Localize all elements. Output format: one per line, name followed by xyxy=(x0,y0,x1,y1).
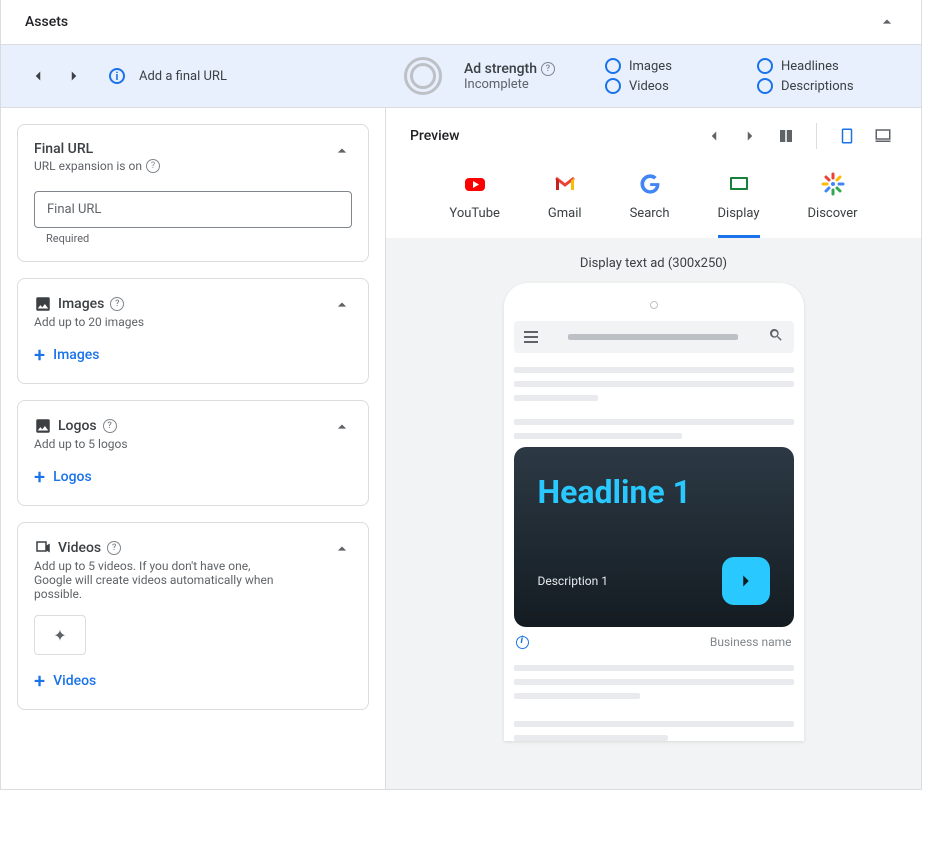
check-headlines: Headlines xyxy=(757,58,897,74)
add-images-button[interactable]: +Images xyxy=(34,343,352,367)
preview-next-button[interactable] xyxy=(736,122,764,150)
logos-card: Logos? Add up to 5 logos +Logos xyxy=(17,400,369,506)
wizard-prev-button[interactable] xyxy=(25,63,51,89)
image-icon xyxy=(34,295,52,313)
final-url-input[interactable]: Final URL xyxy=(34,191,352,228)
preview-panel: Preview YouTube Gmail Search Display Dis… xyxy=(386,108,921,789)
mock-browser-bar xyxy=(514,321,794,353)
final-url-title: Final URL xyxy=(34,141,160,157)
wizard-next-button[interactable] xyxy=(61,63,87,89)
videos-subtitle: Add up to 5 videos. If you don't have on… xyxy=(34,559,284,601)
youtube-icon xyxy=(463,172,487,196)
images-card: Images? Add up to 20 images +Images xyxy=(17,278,369,384)
images-subtitle: Add up to 20 images xyxy=(34,315,144,329)
ad-strength-value: Incomplete xyxy=(464,77,555,92)
logos-title: Logos xyxy=(58,418,97,434)
tab-youtube[interactable]: YouTube xyxy=(449,172,500,238)
tab-display[interactable]: Display xyxy=(718,172,760,238)
discover-icon xyxy=(821,172,845,196)
chevron-up-icon[interactable] xyxy=(332,295,352,315)
sparkle-icon: ✦ xyxy=(53,626,66,645)
add-videos-button[interactable]: +Videos xyxy=(34,669,352,693)
google-icon xyxy=(638,172,662,196)
preview-prev-button[interactable] xyxy=(700,122,728,150)
help-icon[interactable]: ? xyxy=(103,419,117,433)
help-icon[interactable]: ? xyxy=(107,541,121,555)
tab-search[interactable]: Search xyxy=(630,172,670,238)
display-icon xyxy=(727,172,751,196)
preview-title: Preview xyxy=(410,128,692,144)
chevron-up-icon[interactable] xyxy=(332,141,352,161)
image-icon xyxy=(34,417,52,435)
device-frame: Headline 1 Description 1 Business name xyxy=(504,283,804,741)
desktop-device-button[interactable] xyxy=(869,122,897,150)
ad-preview-card: Headline 1 Description 1 xyxy=(514,447,794,627)
camera-dot xyxy=(650,301,658,309)
wizard-step-label: Add a final URL xyxy=(139,69,227,84)
videos-title: Videos xyxy=(58,540,101,556)
chevron-up-icon[interactable] xyxy=(332,539,352,559)
assets-title: Assets xyxy=(25,14,68,30)
chevron-right-icon xyxy=(735,570,757,592)
help-icon[interactable]: ? xyxy=(541,62,555,76)
ad-strength-bar: i Add a final URL Ad strength? Incomplet… xyxy=(1,45,921,108)
video-icon xyxy=(34,539,52,557)
ad-info-icon xyxy=(516,636,529,649)
images-title: Images xyxy=(58,296,104,312)
tab-discover[interactable]: Discover xyxy=(808,172,858,238)
assets-panel-header[interactable]: Assets xyxy=(1,0,921,45)
ad-headline: Headline 1 xyxy=(538,473,770,511)
preview-variant-label: Display text ad (300x250) xyxy=(386,256,921,271)
check-videos: Videos xyxy=(605,78,745,94)
menu-icon xyxy=(524,331,538,343)
final-url-hint: Required xyxy=(46,232,352,245)
help-icon[interactable]: ? xyxy=(110,297,124,311)
check-descriptions: Descriptions xyxy=(757,78,897,94)
address-bar-placeholder xyxy=(568,334,738,340)
final-url-card: Final URL URL expansion is on? Final URL… xyxy=(17,124,369,262)
chevron-up-icon[interactable] xyxy=(332,417,352,437)
ad-strength-ring xyxy=(404,57,442,95)
logos-subtitle: Add up to 5 logos xyxy=(34,437,128,451)
ad-cta-button xyxy=(722,557,770,605)
assets-form: Final URL URL expansion is on? Final URL… xyxy=(1,108,386,789)
collapse-icon[interactable] xyxy=(877,12,897,32)
ad-description: Description 1 xyxy=(538,574,608,588)
business-name: Business name xyxy=(710,635,792,649)
generate-video-button[interactable]: ✦ xyxy=(34,615,86,655)
help-icon[interactable]: ? xyxy=(146,159,160,173)
check-images: Images xyxy=(605,58,745,74)
final-url-subtitle: URL expansion is on xyxy=(34,159,142,173)
gmail-icon xyxy=(553,172,577,196)
add-logos-button[interactable]: +Logos xyxy=(34,465,352,489)
tab-gmail[interactable]: Gmail xyxy=(548,172,582,238)
mobile-device-button[interactable] xyxy=(833,122,861,150)
videos-card: Videos? Add up to 5 videos. If you don't… xyxy=(17,522,369,710)
search-icon xyxy=(768,327,784,347)
info-icon: i xyxy=(109,68,125,84)
divider xyxy=(816,123,817,149)
grid-view-button[interactable] xyxy=(772,122,800,150)
ad-strength-title: Ad strength xyxy=(464,61,537,77)
